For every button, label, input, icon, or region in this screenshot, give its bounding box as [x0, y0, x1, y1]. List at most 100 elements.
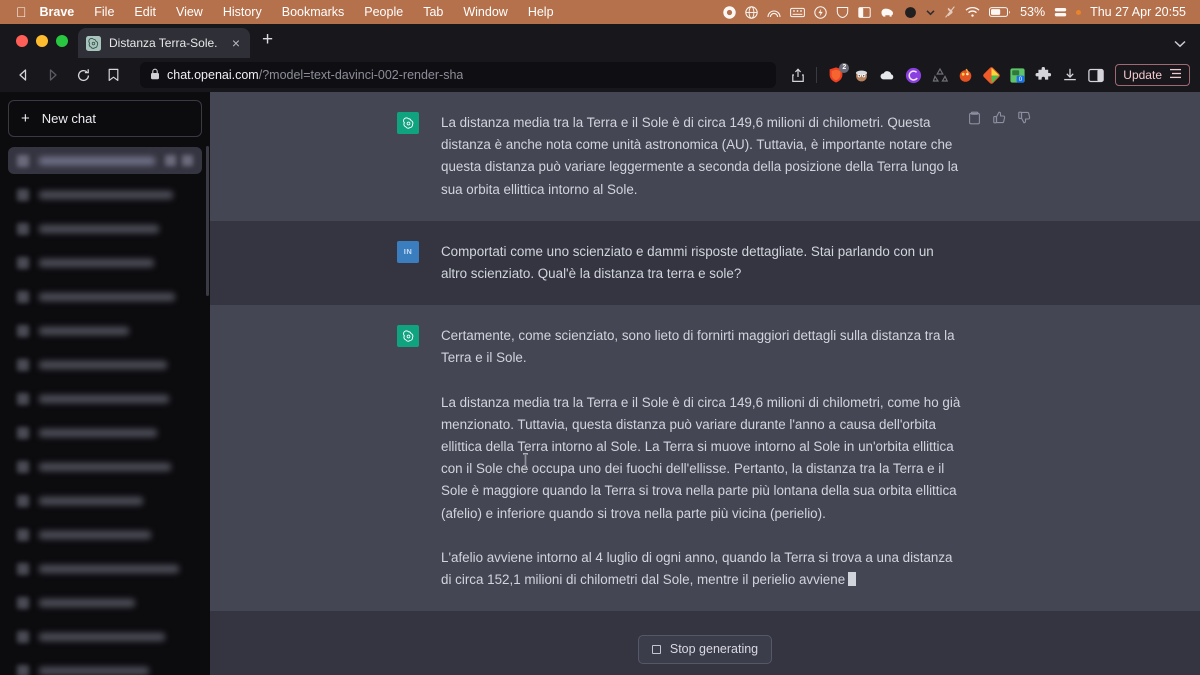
- maximize-window-button[interactable]: [56, 35, 68, 47]
- menu-item-bookmarks[interactable]: Bookmarks: [272, 5, 355, 19]
- chat-history-title-redacted: [39, 258, 154, 267]
- chat-history-item[interactable]: [8, 623, 202, 650]
- menu-item-tab[interactable]: Tab: [413, 5, 453, 19]
- thumbs-up-icon[interactable]: [992, 110, 1007, 125]
- bluetooth-off-icon[interactable]: [944, 5, 956, 19]
- reload-button[interactable]: [70, 62, 96, 88]
- chat-history-item[interactable]: [8, 351, 202, 378]
- face-extension-icon[interactable]: [852, 66, 871, 85]
- brave-shield-count: 2: [839, 62, 850, 73]
- hamburger-menu-icon[interactable]: [1169, 68, 1182, 82]
- menu-item-help[interactable]: Help: [518, 5, 564, 19]
- brave-shield-icon[interactable]: 2: [826, 62, 850, 85]
- chatgpt-logo-avatar: [397, 112, 419, 134]
- minimize-window-button[interactable]: [36, 35, 48, 47]
- new-chat-button[interactable]: + New chat: [8, 100, 202, 137]
- chat-history-item-actions[interactable]: [165, 155, 193, 166]
- shield-icon[interactable]: [836, 6, 849, 19]
- chat-history-item[interactable]: [8, 589, 202, 616]
- elephant-icon[interactable]: [880, 6, 895, 19]
- menu-item-edit[interactable]: Edit: [124, 5, 166, 19]
- chat-history-title-redacted: [39, 190, 173, 199]
- tab-close-icon[interactable]: ×: [230, 36, 242, 50]
- chat-history-title-redacted: [39, 292, 175, 301]
- message-actions: [967, 110, 1032, 125]
- chat-bubble-icon: [17, 562, 29, 575]
- chat-history-item[interactable]: [8, 385, 202, 412]
- cloud-icon[interactable]: [878, 66, 897, 85]
- chat-history-item[interactable]: [8, 521, 202, 548]
- battery-icon[interactable]: [989, 6, 1011, 18]
- forward-button[interactable]: [40, 62, 66, 88]
- chat-history-item[interactable]: [8, 215, 202, 242]
- message-paragraph: Comportati come uno scienziato e dammi r…: [441, 243, 934, 282]
- globe-icon[interactable]: [745, 5, 758, 19]
- chat-history-item[interactable]: [8, 283, 202, 310]
- update-button[interactable]: Update: [1115, 64, 1190, 86]
- menu-item-people[interactable]: People: [354, 5, 413, 19]
- address-bar[interactable]: chat.openai.com/?model=text-davinci-002-…: [140, 62, 777, 88]
- toolbar-icons: 2 0 Update: [788, 62, 1190, 86]
- chat-bubble-icon: [17, 222, 29, 235]
- chat-history-item[interactable]: [8, 317, 202, 344]
- download-icon[interactable]: [1060, 66, 1079, 85]
- sidebar-scrollbar[interactable]: [206, 146, 209, 296]
- message-user-1: IN Comportati come uno scienziato e damm…: [210, 220, 1200, 306]
- chat-history-title-redacted: [39, 462, 171, 471]
- menu-item-file[interactable]: File: [84, 5, 124, 19]
- menu-item-window[interactable]: Window: [453, 5, 517, 19]
- chevron-down-icon[interactable]: [926, 8, 935, 17]
- purple-circle-icon[interactable]: [904, 66, 923, 85]
- rainbow-arc-icon[interactable]: [767, 6, 781, 19]
- chat-history-item[interactable]: [8, 181, 202, 208]
- chat-bubble-icon: [17, 256, 29, 269]
- chat-history-item[interactable]: [8, 453, 202, 480]
- new-tab-button[interactable]: +: [250, 30, 285, 49]
- message-paragraph: La distanza media tra la Terra e il Sole…: [441, 394, 961, 521]
- chat-history-item[interactable]: [8, 419, 202, 446]
- power-bolt-icon[interactable]: [814, 5, 827, 19]
- green-note-icon[interactable]: 0: [1008, 66, 1027, 85]
- delete-icon[interactable]: [182, 155, 193, 166]
- chat-history-item[interactable]: [8, 249, 202, 276]
- chat-history-item[interactable]: [8, 555, 202, 582]
- menu-item-history[interactable]: History: [213, 5, 272, 19]
- browser-tab-active[interactable]: Distanza Terra-Sole. ×: [78, 28, 250, 58]
- message-paragraph: La distanza media tra la Terra e il Sole…: [441, 115, 959, 197]
- sidebar-toggle-icon[interactable]: [1086, 66, 1105, 85]
- rename-icon[interactable]: [165, 155, 176, 166]
- tab-strip: Distanza Terra-Sole. × +: [0, 24, 1200, 58]
- share-icon[interactable]: [788, 66, 807, 85]
- paint-icon[interactable]: [956, 66, 975, 85]
- thumbs-down-icon[interactable]: [1017, 110, 1032, 125]
- copy-icon[interactable]: [967, 110, 982, 125]
- back-button[interactable]: [10, 62, 36, 88]
- sidebar-panel-icon[interactable]: [858, 6, 871, 19]
- chat-history-item[interactable]: [8, 487, 202, 514]
- clock-datetime[interactable]: Thu 27 Apr 20:55: [1090, 5, 1186, 19]
- chat-history-title-redacted: [39, 632, 165, 641]
- control-center-icon[interactable]: [1054, 6, 1067, 19]
- apple-menu-icon[interactable]: : [8, 5, 38, 19]
- close-window-button[interactable]: [16, 35, 28, 47]
- recycle-icon[interactable]: [930, 66, 949, 85]
- chat-history-item[interactable]: [8, 147, 202, 174]
- record-icon[interactable]: [723, 5, 736, 19]
- chat-bubble-icon: [17, 664, 29, 675]
- chat-history-title-redacted: [39, 598, 135, 607]
- diamond-icon[interactable]: [982, 66, 1001, 85]
- slider-controls-icon[interactable]: [790, 6, 805, 19]
- plus-icon: +: [21, 110, 30, 127]
- dark-circle-icon[interactable]: [904, 6, 917, 19]
- bookmark-icon[interactable]: [100, 62, 126, 88]
- tab-list-chevron-down-icon[interactable]: [1174, 37, 1186, 51]
- menu-item-brave[interactable]: Brave: [38, 5, 85, 19]
- message-paragraph-streaming: L'afelio avviene intorno al 4 luglio di …: [441, 547, 961, 591]
- message-body: La distanza media tra la Terra e il Sole…: [441, 112, 961, 201]
- stop-generating-button[interactable]: Stop generating: [637, 634, 773, 664]
- menu-item-view[interactable]: View: [166, 5, 213, 19]
- puzzle-extension-icon[interactable]: [1034, 66, 1053, 85]
- chatgpt-logo-avatar: [397, 325, 419, 348]
- chat-history-item[interactable]: [8, 657, 202, 675]
- wifi-icon[interactable]: [965, 6, 980, 18]
